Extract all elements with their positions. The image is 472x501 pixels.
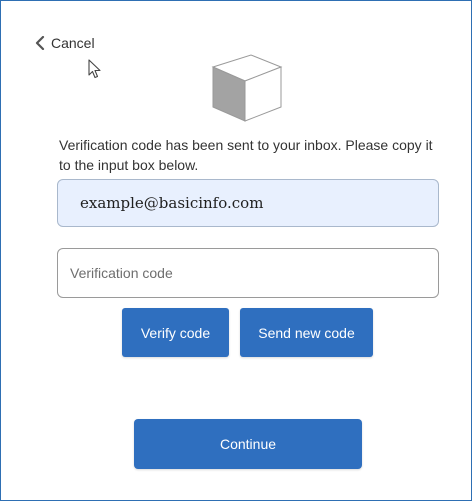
cancel-link[interactable]: Cancel [35, 35, 95, 51]
chevron-left-icon [35, 36, 45, 50]
email-display: example@basicinfo.com [57, 179, 439, 227]
cancel-label: Cancel [51, 35, 95, 51]
instruction-text: Verification code has been sent to your … [59, 137, 433, 173]
mouse-cursor-icon [88, 59, 101, 79]
continue-button[interactable]: Continue [134, 419, 362, 469]
verify-code-button[interactable]: Verify code [122, 308, 229, 357]
verification-dialog: Cancel Verification code has been sent t… [0, 0, 472, 501]
cube-icon [211, 54, 283, 122]
verification-code-input[interactable] [57, 248, 439, 298]
send-new-code-button[interactable]: Send new code [240, 308, 373, 357]
